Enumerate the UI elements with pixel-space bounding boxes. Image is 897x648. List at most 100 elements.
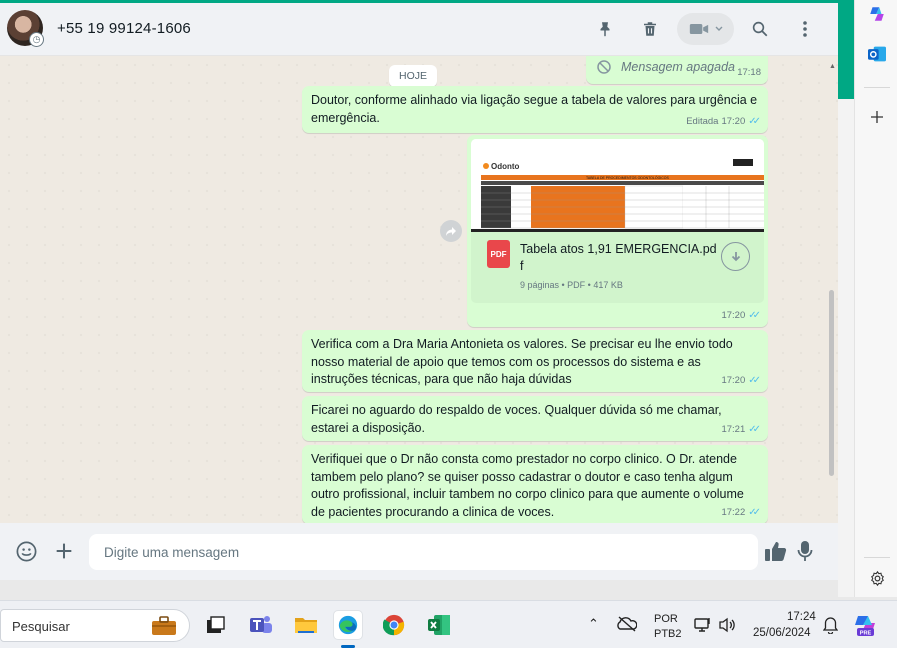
composer-bar (0, 523, 838, 580)
keyboard-layout[interactable]: PTB2 (654, 628, 682, 640)
attach-button[interactable] (53, 540, 75, 567)
task-view-button[interactable] (200, 610, 230, 640)
pdf-brand: Odonto (491, 162, 520, 171)
time-label: 17:20 (721, 374, 746, 386)
like-button[interactable] (764, 540, 788, 567)
microphone-button[interactable] (797, 540, 813, 567)
read-ticks-icon: ✓✓ (748, 374, 761, 386)
notification-bell-icon[interactable] (823, 617, 838, 634)
copilot-icon (870, 7, 884, 21)
read-ticks-icon: ✓✓ (748, 115, 761, 127)
scroll-thumb[interactable] (829, 290, 834, 476)
blocked-icon (597, 60, 611, 74)
time-label: 17:21 (721, 423, 746, 435)
window-edge-accent (838, 0, 854, 99)
pin-button[interactable] (590, 14, 620, 44)
clock-date[interactable]: 25/06/2024 (753, 627, 811, 639)
time-label: 17:20 (721, 309, 746, 321)
outgoing-message[interactable]: Ficarei no aguardo do respaldo de voces.… (302, 396, 768, 441)
outgoing-message[interactable]: Verifica com a Dra Maria Antonieta os va… (302, 330, 768, 392)
edited-label: Editada (686, 115, 719, 127)
plus-icon (871, 111, 883, 123)
read-ticks-icon: ✓✓ (748, 506, 761, 518)
deleted-message-text: Mensagem apagada (621, 60, 735, 74)
message-text: Ficarei no aguardo do respaldo de voces.… (311, 403, 722, 435)
search-icon (752, 21, 768, 37)
outgoing-message[interactable]: Verifiquei que o Dr não consta como pres… (302, 445, 768, 524)
contact-name[interactable]: +55 19 99124-1606 (57, 20, 191, 37)
outgoing-message[interactable]: Doutor, conforme alinhado via ligação se… (302, 86, 768, 133)
sidebar-divider (864, 87, 890, 88)
smiley-icon (16, 541, 37, 562)
chat-scrollbar[interactable]: ▲ (829, 63, 836, 519)
video-camera-icon (689, 24, 708, 34)
date-separator: HOJE (389, 65, 437, 87)
trash-icon (644, 22, 656, 36)
folder-icon (295, 618, 317, 633)
time-label: 17:20 (721, 115, 746, 127)
window-edge (838, 99, 854, 597)
message-meta: 17:22 ✓✓ (721, 504, 761, 522)
chrome-button[interactable] (379, 610, 409, 640)
deleted-message[interactable]: Mensagem apagada 17:18 (586, 56, 768, 84)
message-list[interactable]: Mensagem apagada 17:18 HOJE Doutor, conf… (0, 56, 838, 524)
outlook-icon (868, 46, 886, 62)
message-meta: 17:20 ✓✓ (721, 307, 761, 325)
search-button[interactable] (745, 14, 775, 44)
pdf-table-title: TABELA DE PROCEDIMENTOS ODONTOLÓGICOS (586, 175, 670, 180)
download-button[interactable] (721, 242, 750, 271)
whatsapp-window: ◷ +55 19 99124-1606 Mensagem apagada 17:… (0, 0, 838, 580)
excel-button[interactable] (424, 610, 454, 640)
chevron-down-icon (715, 26, 722, 31)
microphone-icon (797, 541, 813, 561)
sidebar-divider (864, 557, 890, 558)
outlook-sidebar-button[interactable] (865, 42, 889, 66)
time-label: 17:22 (721, 506, 746, 518)
message-input[interactable] (89, 534, 758, 570)
thumbs-up-icon (765, 542, 787, 561)
taskbar-search-box[interactable]: Pesquisar (0, 609, 190, 642)
gear-icon (870, 570, 884, 586)
delete-button[interactable] (635, 14, 665, 44)
preview-badge: PRE (860, 630, 872, 636)
add-sidebar-app-button[interactable] (865, 105, 889, 129)
tray-overflow-chevron-icon[interactable]: ⌃ (588, 616, 599, 632)
pin-icon (600, 22, 610, 37)
windows-taskbar: Pesquisar ⌃ POR PTB2 17:24 25/06/2024 PR… (0, 600, 897, 648)
forward-button[interactable] (440, 220, 462, 242)
forward-icon (446, 226, 456, 236)
message-meta: 17:20 ✓✓ (721, 372, 761, 390)
input-language[interactable]: POR (654, 613, 678, 625)
emoji-button[interactable] (15, 540, 38, 568)
pdf-table-thumbnail: Odonto TABELA DE PROCEDIMENTOS ODONTOLÓG… (471, 139, 764, 232)
edge-browser-button[interactable] (333, 610, 363, 640)
copilot-preview-icon[interactable]: PRE (853, 613, 877, 637)
briefcase-icon (152, 616, 176, 635)
teams-app-button[interactable] (246, 610, 276, 640)
scroll-up-arrow-icon[interactable]: ▲ (829, 63, 836, 70)
video-call-button[interactable] (677, 13, 734, 45)
browser-sidebar (854, 0, 897, 597)
chat-header: ◷ +55 19 99124-1606 (0, 0, 838, 56)
copilot-sidebar-button[interactable] (865, 2, 889, 26)
pdf-preview[interactable]: Odonto TABELA DE PROCEDIMENTOS ODONTOLÓG… (471, 139, 764, 232)
download-icon (731, 251, 740, 261)
message-text: Verifiquei que o Dr não consta como pres… (311, 452, 744, 519)
network-offline-icon[interactable] (617, 616, 637, 632)
teams-icon (250, 616, 272, 633)
clock-time[interactable]: 17:24 (787, 611, 816, 623)
edge-icon (338, 615, 358, 635)
plus-icon (56, 543, 72, 559)
sidebar-settings-button[interactable] (865, 566, 889, 590)
volume-icon[interactable] (718, 617, 736, 633)
time-label: 17:18 (737, 66, 761, 78)
file-info: 9 páginas • PDF • 417 KB (520, 280, 623, 290)
pdf-file-icon: PDF (487, 240, 510, 268)
file-name: Tabela atos 1,91 EMERGENCIA.pdf (520, 242, 717, 273)
menu-button[interactable] (790, 14, 820, 44)
display-network-icon[interactable] (694, 617, 712, 633)
file-card[interactable]: PDF Tabela atos 1,91 EMERGENCIA.pdf 9 pá… (471, 232, 764, 303)
file-explorer-button[interactable] (291, 610, 321, 640)
taskbar-search-placeholder: Pesquisar (12, 619, 70, 634)
document-message[interactable]: Odonto TABELA DE PROCEDIMENTOS ODONTOLÓG… (467, 135, 768, 327)
